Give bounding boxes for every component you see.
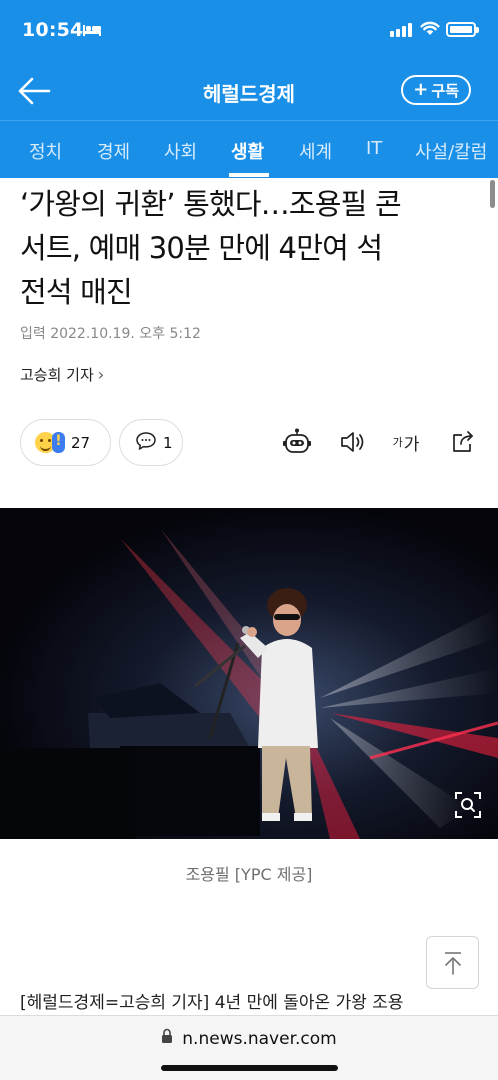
photo-caption: 조용필 [YPC 제공] xyxy=(185,865,313,884)
headline-line: 전석 매진 xyxy=(20,275,133,309)
concert-photo-illustration xyxy=(0,508,498,839)
tab-it[interactable]: IT xyxy=(366,138,382,159)
font-size-large-label: 가 xyxy=(403,434,420,455)
share-icon[interactable] xyxy=(446,424,480,460)
url-text: n.news.naver.com xyxy=(182,1028,337,1049)
reaction-count: 27 xyxy=(71,433,91,452)
tab-politics[interactable]: 정치 xyxy=(29,138,62,164)
scrollbar[interactable] xyxy=(490,180,495,208)
headline-line: ‘가왕의 귀환’ 통했다…조용필 콘 xyxy=(20,187,402,221)
reporter-link[interactable]: 고승희 기자 › xyxy=(20,364,104,385)
arrow-up-icon xyxy=(444,951,461,975)
article-photo[interactable] xyxy=(0,508,498,839)
tab-economy[interactable]: 경제 xyxy=(97,138,130,164)
status-bar: 10:54 xyxy=(0,0,498,62)
tab-society[interactable]: 사회 xyxy=(164,138,197,164)
category-tabs: 정치 경제 사회 생활 세계 IT 사설/칼럼 xyxy=(0,120,498,178)
speaker-icon[interactable] xyxy=(335,424,369,460)
chevron-right-icon: › xyxy=(97,365,105,384)
home-indicator[interactable] xyxy=(161,1065,338,1071)
comment-bubble-icon xyxy=(135,431,157,455)
reaction-button[interactable]: 27 xyxy=(20,419,111,466)
scroll-to-top-button[interactable] xyxy=(426,936,479,989)
plus-icon: + xyxy=(413,79,429,100)
subscribe-label: 구독 xyxy=(431,81,459,100)
font-size-small-label: 가 xyxy=(392,436,403,449)
headline-line: 서트, 예매 30분 만에 4만여 석 xyxy=(20,231,383,265)
zoom-search-icon[interactable] xyxy=(454,791,482,823)
sleep-focus-icon xyxy=(82,22,102,41)
url-display[interactable]: n.news.naver.com xyxy=(0,1028,498,1049)
publish-date: 입력 2022.10.19. 오후 5:12 xyxy=(20,326,201,342)
surprise-emoji-icon xyxy=(52,432,65,453)
robot-summary-icon[interactable] xyxy=(280,424,314,460)
status-time: 10:54 xyxy=(22,19,84,41)
browser-url-bar[interactable]: n.news.naver.com xyxy=(0,1015,498,1080)
wifi-icon xyxy=(420,20,440,40)
active-tab-indicator xyxy=(229,173,269,177)
subscribe-button[interactable]: + 구독 xyxy=(401,75,471,105)
tab-opinion[interactable]: 사설/칼럼 xyxy=(415,138,487,164)
lock-icon xyxy=(161,1028,173,1049)
app-header: 헤럴드경제 + 구독 xyxy=(0,62,498,120)
font-size-button[interactable]: 가가 xyxy=(389,424,423,460)
tab-life[interactable]: 생활 xyxy=(231,138,264,164)
article-body: [헤럴드경제=고승희 기자] 4년 만에 돌아온 가왕 조용 xyxy=(20,993,404,1013)
cellular-signal-icon xyxy=(390,22,412,37)
article-headline: ‘가왕의 귀환’ 통했다…조용필 콘 서트, 예매 30분 만에 4만여 석 전… xyxy=(20,182,482,314)
reporter-name: 고승희 기자 xyxy=(20,366,94,384)
comment-count: 1 xyxy=(163,433,173,452)
battery-icon xyxy=(446,22,479,37)
tab-world[interactable]: 세계 xyxy=(299,138,332,164)
comment-button[interactable]: 1 xyxy=(119,419,183,466)
